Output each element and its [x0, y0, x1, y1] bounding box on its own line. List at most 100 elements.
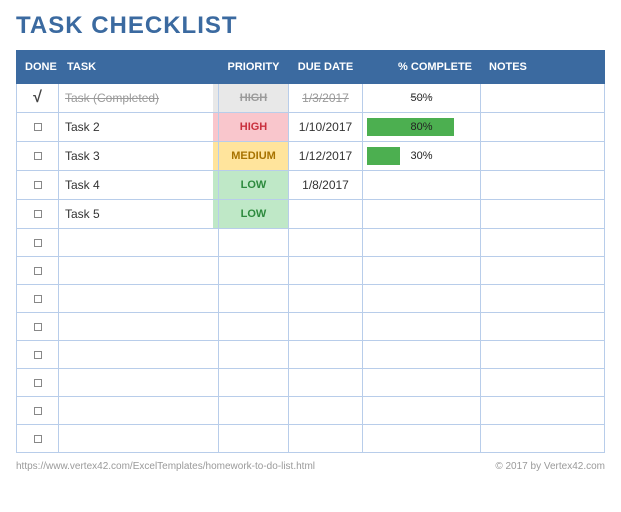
notes-cell[interactable] — [481, 171, 605, 200]
due-cell[interactable] — [289, 257, 363, 285]
progress-wrap: 50% — [367, 89, 476, 107]
due-cell[interactable] — [289, 200, 363, 229]
notes-cell[interactable] — [481, 229, 605, 257]
checkbox-icon — [34, 239, 42, 247]
footer: https://www.vertex42.com/ExcelTemplates/… — [16, 461, 605, 472]
task-cell[interactable] — [59, 313, 219, 341]
priority-cell[interactable] — [219, 229, 289, 257]
pct-cell[interactable] — [363, 341, 481, 369]
checkbox-icon — [34, 295, 42, 303]
due-cell[interactable]: 1/3/2017 — [289, 84, 363, 113]
pct-cell[interactable]: 50% — [363, 84, 481, 113]
footer-copyright: © 2017 by Vertex42.com — [495, 461, 605, 472]
priority-cell[interactable] — [219, 313, 289, 341]
notes-cell[interactable] — [481, 341, 605, 369]
done-cell[interactable] — [17, 341, 59, 369]
task-cell[interactable] — [59, 257, 219, 285]
pct-cell[interactable] — [363, 369, 481, 397]
checkbox-icon — [34, 181, 42, 189]
table-row: √Task (Completed)HIGH1/3/2017 50% — [17, 84, 605, 113]
due-cell[interactable] — [289, 313, 363, 341]
done-cell[interactable] — [17, 171, 59, 200]
done-cell[interactable] — [17, 369, 59, 397]
task-cell[interactable]: Task 3 — [59, 142, 219, 171]
pct-cell[interactable] — [363, 285, 481, 313]
table-row — [17, 397, 605, 425]
priority-cell[interactable]: HIGH — [219, 84, 289, 113]
priority-cell[interactable] — [219, 341, 289, 369]
task-cell[interactable] — [59, 425, 219, 453]
due-cell[interactable] — [289, 425, 363, 453]
due-cell[interactable]: 1/12/2017 — [289, 142, 363, 171]
pct-cell[interactable] — [363, 313, 481, 341]
checkbox-icon — [34, 152, 42, 160]
done-cell[interactable] — [17, 113, 59, 142]
due-cell[interactable] — [289, 341, 363, 369]
due-cell[interactable] — [289, 397, 363, 425]
done-cell[interactable]: √ — [17, 84, 59, 113]
checkbox-icon — [34, 267, 42, 275]
done-cell[interactable] — [17, 397, 59, 425]
done-cell[interactable] — [17, 229, 59, 257]
table-row — [17, 285, 605, 313]
done-cell[interactable] — [17, 285, 59, 313]
task-cell[interactable] — [59, 285, 219, 313]
task-cell[interactable] — [59, 229, 219, 257]
task-cell[interactable] — [59, 397, 219, 425]
task-cell[interactable] — [59, 369, 219, 397]
col-pct: % COMPLETE — [363, 51, 481, 84]
done-cell[interactable] — [17, 200, 59, 229]
table-row — [17, 229, 605, 257]
task-cell[interactable]: Task 5 — [59, 200, 219, 229]
priority-cell[interactable]: LOW — [219, 171, 289, 200]
notes-cell[interactable] — [481, 200, 605, 229]
pct-cell[interactable] — [363, 397, 481, 425]
priority-cell[interactable]: LOW — [219, 200, 289, 229]
footer-link[interactable]: https://www.vertex42.com/ExcelTemplates/… — [16, 461, 315, 472]
notes-cell[interactable] — [481, 313, 605, 341]
priority-cell[interactable]: HIGH — [219, 113, 289, 142]
priority-cell[interactable]: MEDIUM — [219, 142, 289, 171]
notes-cell[interactable] — [481, 369, 605, 397]
checkbox-icon — [34, 323, 42, 331]
table-row — [17, 341, 605, 369]
notes-cell[interactable] — [481, 142, 605, 171]
task-cell[interactable]: Task 4 — [59, 171, 219, 200]
table-row: Task 5LOW — [17, 200, 605, 229]
priority-cell[interactable] — [219, 425, 289, 453]
due-cell[interactable] — [289, 369, 363, 397]
checkbox-icon — [34, 435, 42, 443]
task-table: DONE TASK PRIORITY DUE DATE % COMPLETE N… — [16, 50, 605, 453]
notes-cell[interactable] — [481, 113, 605, 142]
task-cell[interactable]: Task 2 — [59, 113, 219, 142]
priority-cell[interactable] — [219, 397, 289, 425]
col-notes: NOTES — [481, 51, 605, 84]
pct-cell[interactable] — [363, 257, 481, 285]
notes-cell[interactable] — [481, 285, 605, 313]
done-cell[interactable] — [17, 142, 59, 171]
task-cell[interactable]: Task (Completed) — [59, 84, 219, 113]
done-cell[interactable] — [17, 425, 59, 453]
priority-cell[interactable] — [219, 285, 289, 313]
priority-cell[interactable] — [219, 257, 289, 285]
notes-cell[interactable] — [481, 425, 605, 453]
pct-cell[interactable] — [363, 200, 481, 229]
due-cell[interactable] — [289, 285, 363, 313]
pct-cell[interactable]: 30% — [363, 142, 481, 171]
notes-cell[interactable] — [481, 397, 605, 425]
done-cell[interactable] — [17, 257, 59, 285]
notes-cell[interactable] — [481, 257, 605, 285]
due-cell[interactable]: 1/8/2017 — [289, 171, 363, 200]
pct-cell[interactable] — [363, 425, 481, 453]
task-cell[interactable] — [59, 341, 219, 369]
due-cell[interactable]: 1/10/2017 — [289, 113, 363, 142]
due-cell[interactable] — [289, 229, 363, 257]
pct-cell[interactable]: 80% — [363, 113, 481, 142]
progress-label: 50% — [367, 92, 476, 104]
checkbox-icon — [34, 351, 42, 359]
pct-cell[interactable] — [363, 229, 481, 257]
done-cell[interactable] — [17, 313, 59, 341]
priority-cell[interactable] — [219, 369, 289, 397]
notes-cell[interactable] — [481, 84, 605, 113]
pct-cell[interactable] — [363, 171, 481, 200]
